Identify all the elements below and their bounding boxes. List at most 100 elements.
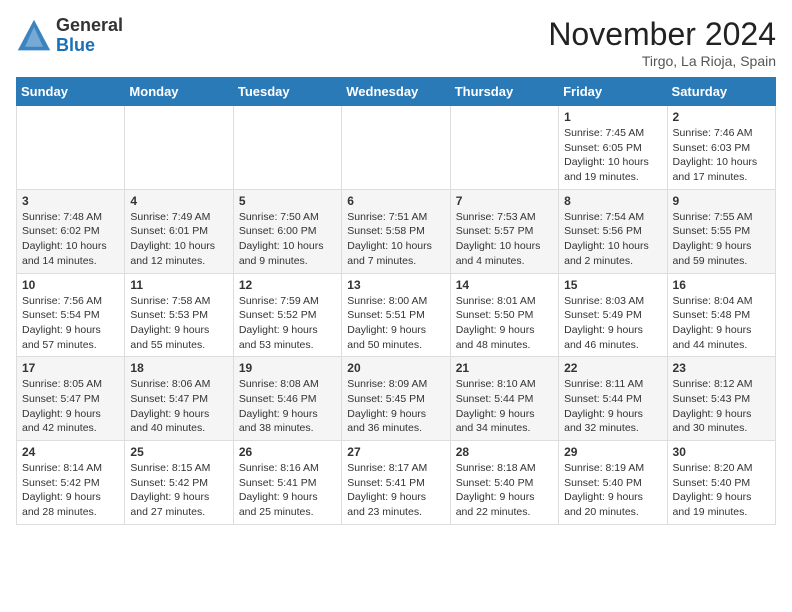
- day-info: Sunrise: 8:15 AM Sunset: 5:42 PM Dayligh…: [130, 461, 227, 520]
- day-number: 13: [347, 278, 444, 292]
- day-info: Sunrise: 8:20 AM Sunset: 5:40 PM Dayligh…: [673, 461, 770, 520]
- day-info: Sunrise: 7:48 AM Sunset: 6:02 PM Dayligh…: [22, 210, 119, 269]
- day-info: Sunrise: 7:46 AM Sunset: 6:03 PM Dayligh…: [673, 126, 770, 185]
- day-number: 2: [673, 110, 770, 124]
- calendar-cell: 18 Sunrise: 8:06 AM Sunset: 5:47 PM Dayli…: [125, 357, 233, 441]
- day-info: Sunrise: 7:56 AM Sunset: 5:54 PM Dayligh…: [22, 294, 119, 353]
- logo-text: General Blue: [56, 16, 123, 56]
- calendar-cell: 15Sunrise: 8:03 AM Sunset: 5:49 PM Dayli…: [559, 273, 667, 357]
- calendar-cell: 6Sunrise: 7:51 AM Sunset: 5:58 PM Daylig…: [342, 189, 450, 273]
- day-number: 24: [22, 445, 119, 459]
- day-number: 4: [130, 194, 227, 208]
- calendar-cell: 10 Sunrise: 7:56 AM Sunset: 5:54 PM Dayli…: [17, 273, 125, 357]
- calendar-cell: 4 Sunrise: 7:49 AM Sunset: 6:01 PM Daylig…: [125, 189, 233, 273]
- day-info: Sunrise: 8:17 AM Sunset: 5:41 PM Dayligh…: [347, 461, 444, 520]
- calendar-cell: [125, 106, 233, 190]
- calendar-cell: [17, 106, 125, 190]
- day-info: Sunrise: 8:06 AM Sunset: 5:47 PM Dayligh…: [130, 377, 227, 436]
- day-number: 17: [22, 361, 119, 375]
- calendar-week-row: 3 Sunrise: 7:48 AM Sunset: 6:02 PM Daylig…: [17, 189, 776, 273]
- column-header-sunday: Sunday: [17, 78, 125, 106]
- title-block: November 2024 Tirgo, La Rioja, Spain: [548, 16, 776, 69]
- calendar-week-row: 17 Sunrise: 8:05 AM Sunset: 5:47 PM Dayli…: [17, 357, 776, 441]
- day-info: Sunrise: 8:03 AM Sunset: 5:49 PM Dayligh…: [564, 294, 661, 353]
- day-info: Sunrise: 7:55 AM Sunset: 5:55 PM Dayligh…: [673, 210, 770, 269]
- day-info: Sunrise: 7:49 AM Sunset: 6:01 PM Dayligh…: [130, 210, 227, 269]
- calendar-cell: 5 Sunrise: 7:50 AM Sunset: 6:00 PM Daylig…: [233, 189, 341, 273]
- calendar-cell: 13Sunrise: 8:00 AM Sunset: 5:51 PM Dayli…: [342, 273, 450, 357]
- day-number: 1: [564, 110, 661, 124]
- calendar-week-row: 24Sunrise: 8:14 AM Sunset: 5:42 PM Dayli…: [17, 441, 776, 525]
- calendar-table: SundayMondayTuesdayWednesdayThursdayFrid…: [16, 77, 776, 525]
- day-info: Sunrise: 7:53 AM Sunset: 5:57 PM Dayligh…: [456, 210, 553, 269]
- day-number: 10: [22, 278, 119, 292]
- day-number: 30: [673, 445, 770, 459]
- logo-general: General: [56, 16, 123, 36]
- page-header: General Blue November 2024 Tirgo, La Rio…: [16, 16, 776, 69]
- day-number: 5: [239, 194, 336, 208]
- calendar-cell: [342, 106, 450, 190]
- logo: General Blue: [16, 16, 123, 56]
- location-subtitle: Tirgo, La Rioja, Spain: [548, 53, 776, 69]
- day-number: 21: [456, 361, 553, 375]
- calendar-cell: 28 Sunrise: 8:18 AM Sunset: 5:40 PM Dayli…: [450, 441, 558, 525]
- day-info: Sunrise: 7:58 AM Sunset: 5:53 PM Dayligh…: [130, 294, 227, 353]
- day-info: Sunrise: 8:08 AM Sunset: 5:46 PM Dayligh…: [239, 377, 336, 436]
- calendar-cell: 23 Sunrise: 8:12 AM Sunset: 5:43 PM Dayli…: [667, 357, 775, 441]
- column-header-wednesday: Wednesday: [342, 78, 450, 106]
- calendar-week-row: 1 Sunrise: 7:45 AM Sunset: 6:05 PM Daylig…: [17, 106, 776, 190]
- day-number: 28: [456, 445, 553, 459]
- day-number: 14: [456, 278, 553, 292]
- column-header-saturday: Saturday: [667, 78, 775, 106]
- day-info: Sunrise: 8:11 AM Sunset: 5:44 PM Dayligh…: [564, 377, 661, 436]
- day-number: 26: [239, 445, 336, 459]
- calendar-cell: 7 Sunrise: 7:53 AM Sunset: 5:57 PM Daylig…: [450, 189, 558, 273]
- day-number: 20: [347, 361, 444, 375]
- day-number: 29: [564, 445, 661, 459]
- calendar-cell: 11 Sunrise: 7:58 AM Sunset: 5:53 PM Dayli…: [125, 273, 233, 357]
- calendar-cell: 17 Sunrise: 8:05 AM Sunset: 5:47 PM Dayli…: [17, 357, 125, 441]
- day-info: Sunrise: 8:04 AM Sunset: 5:48 PM Dayligh…: [673, 294, 770, 353]
- day-number: 9: [673, 194, 770, 208]
- day-number: 25: [130, 445, 227, 459]
- calendar-cell: 12Sunrise: 7:59 AM Sunset: 5:52 PM Dayli…: [233, 273, 341, 357]
- day-info: Sunrise: 8:12 AM Sunset: 5:43 PM Dayligh…: [673, 377, 770, 436]
- month-title: November 2024: [548, 16, 776, 53]
- day-number: 7: [456, 194, 553, 208]
- calendar-cell: 1 Sunrise: 7:45 AM Sunset: 6:05 PM Daylig…: [559, 106, 667, 190]
- column-header-tuesday: Tuesday: [233, 78, 341, 106]
- calendar-cell: [233, 106, 341, 190]
- day-number: 22: [564, 361, 661, 375]
- day-info: Sunrise: 8:18 AM Sunset: 5:40 PM Dayligh…: [456, 461, 553, 520]
- day-info: Sunrise: 7:51 AM Sunset: 5:58 PM Dayligh…: [347, 210, 444, 269]
- column-header-monday: Monday: [125, 78, 233, 106]
- day-number: 23: [673, 361, 770, 375]
- calendar-cell: 27Sunrise: 8:17 AM Sunset: 5:41 PM Dayli…: [342, 441, 450, 525]
- day-info: Sunrise: 8:09 AM Sunset: 5:45 PM Dayligh…: [347, 377, 444, 436]
- calendar-cell: 3 Sunrise: 7:48 AM Sunset: 6:02 PM Daylig…: [17, 189, 125, 273]
- calendar-cell: 9 Sunrise: 7:55 AM Sunset: 5:55 PM Daylig…: [667, 189, 775, 273]
- calendar-cell: 14 Sunrise: 8:01 AM Sunset: 5:50 PM Dayli…: [450, 273, 558, 357]
- calendar-cell: 26 Sunrise: 8:16 AM Sunset: 5:41 PM Dayli…: [233, 441, 341, 525]
- day-info: Sunrise: 8:16 AM Sunset: 5:41 PM Dayligh…: [239, 461, 336, 520]
- day-info: Sunrise: 7:45 AM Sunset: 6:05 PM Dayligh…: [564, 126, 661, 185]
- day-number: 18: [130, 361, 227, 375]
- day-info: Sunrise: 7:50 AM Sunset: 6:00 PM Dayligh…: [239, 210, 336, 269]
- calendar-cell: 29 Sunrise: 8:19 AM Sunset: 5:40 PM Dayli…: [559, 441, 667, 525]
- day-info: Sunrise: 7:59 AM Sunset: 5:52 PM Dayligh…: [239, 294, 336, 353]
- day-number: 3: [22, 194, 119, 208]
- calendar-cell: 21 Sunrise: 8:10 AM Sunset: 5:44 PM Dayli…: [450, 357, 558, 441]
- calendar-cell: 2 Sunrise: 7:46 AM Sunset: 6:03 PM Daylig…: [667, 106, 775, 190]
- logo-blue: Blue: [56, 36, 123, 56]
- day-number: 19: [239, 361, 336, 375]
- day-info: Sunrise: 8:10 AM Sunset: 5:44 PM Dayligh…: [456, 377, 553, 436]
- day-info: Sunrise: 8:01 AM Sunset: 5:50 PM Dayligh…: [456, 294, 553, 353]
- day-info: Sunrise: 8:19 AM Sunset: 5:40 PM Dayligh…: [564, 461, 661, 520]
- calendar-cell: 24Sunrise: 8:14 AM Sunset: 5:42 PM Dayli…: [17, 441, 125, 525]
- calendar-cell: 25 Sunrise: 8:15 AM Sunset: 5:42 PM Dayli…: [125, 441, 233, 525]
- calendar-cell: 22 Sunrise: 8:11 AM Sunset: 5:44 PM Dayli…: [559, 357, 667, 441]
- day-number: 11: [130, 278, 227, 292]
- day-info: Sunrise: 8:05 AM Sunset: 5:47 PM Dayligh…: [22, 377, 119, 436]
- calendar-cell: [450, 106, 558, 190]
- calendar-cell: 16Sunrise: 8:04 AM Sunset: 5:48 PM Dayli…: [667, 273, 775, 357]
